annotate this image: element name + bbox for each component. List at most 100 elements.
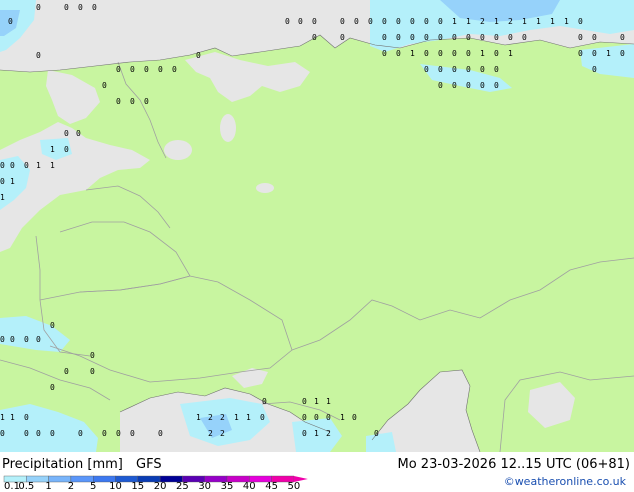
color-bar-tick-label: 25 [176, 481, 189, 492]
value-marker: 0 [50, 429, 55, 438]
value-marker: 0 [262, 397, 267, 406]
value-marker: 0 [0, 335, 5, 344]
value-marker: 1 [246, 413, 251, 422]
value-marker: 1 [508, 49, 513, 58]
value-marker: 0 [438, 33, 443, 42]
value-marker: 0 [592, 65, 597, 74]
value-marker: 0 [480, 65, 485, 74]
value-marker: 0 [340, 33, 345, 42]
value-marker: 0 [130, 65, 135, 74]
value-marker: 0 [0, 161, 5, 170]
value-marker: 0 [312, 33, 317, 42]
value-marker: 1 [50, 145, 55, 154]
value-marker: 1 [0, 413, 5, 422]
forecast-datetime: Mo 23-03-2026 12..15 UTC (06+81) [397, 457, 631, 472]
value-marker: 0 [326, 413, 331, 422]
lake-rybinsk [256, 183, 274, 193]
value-marker: 0 [0, 177, 5, 186]
value-marker: 0 [24, 335, 29, 344]
value-marker: 0 [36, 51, 41, 60]
color-bar-tick-label: 50 [287, 481, 301, 492]
value-marker: 0 [50, 321, 55, 330]
value-marker: 0 [144, 65, 149, 74]
value-marker: 0 [50, 383, 55, 392]
legend-title: Precipitation [mm] [2, 457, 123, 472]
value-marker: 1 [50, 161, 55, 170]
value-marker: 1 [564, 17, 569, 26]
value-marker: 0 [438, 49, 443, 58]
value-marker: 2 [480, 17, 485, 26]
color-bar-tick-label: 1 [45, 481, 52, 492]
value-marker: 0 [10, 161, 15, 170]
credit-link[interactable]: ©weatheronline.co.uk [504, 475, 626, 488]
value-marker: 1 [550, 17, 555, 26]
value-marker: 0 [0, 429, 5, 438]
value-marker: 1 [0, 193, 5, 202]
value-marker: 0 [130, 97, 135, 106]
value-marker: 1 [410, 49, 415, 58]
value-marker: 1 [494, 17, 499, 26]
value-marker: 1 [314, 397, 319, 406]
value-marker: 0 [424, 33, 429, 42]
value-marker: 0 [302, 429, 307, 438]
value-marker: 0 [158, 429, 163, 438]
value-marker: 0 [285, 17, 290, 26]
value-marker: 0 [620, 33, 625, 42]
value-marker: 0 [466, 33, 471, 42]
value-marker: 0 [102, 429, 107, 438]
value-marker: 1 [10, 177, 15, 186]
value-marker: 0 [64, 145, 69, 154]
value-marker: 0 [396, 49, 401, 58]
value-marker: 0 [438, 17, 443, 26]
value-marker: 0 [382, 33, 387, 42]
value-marker: 0 [158, 65, 163, 74]
value-marker: 2 [220, 429, 225, 438]
value-marker: 0 [116, 429, 121, 438]
value-marker: 0 [24, 429, 29, 438]
value-marker: 2 [208, 429, 213, 438]
precipitation-map: 0 0 0 0 0 0 0 0 0 0 0 1 1 2 1 2 1 1 1 1 … [0, 0, 634, 452]
value-marker: 0 [90, 351, 95, 360]
value-marker: 0 [438, 65, 443, 74]
color-bar-tick-label: 35 [220, 481, 234, 492]
value-marker: 0 [466, 49, 471, 58]
value-marker: 0 [64, 129, 69, 138]
value-marker: 0 [340, 17, 345, 26]
value-marker: 0 [452, 81, 457, 90]
value-marker: 2 [220, 413, 225, 422]
value-marker: 0 [494, 33, 499, 42]
color-bar-tick-label: 45 [265, 481, 278, 492]
value-marker: 0 [480, 33, 485, 42]
value-marker: 0 [116, 97, 121, 106]
value-marker: 0 [494, 49, 499, 58]
value-marker: 0 [592, 49, 597, 58]
value-marker: 0 [522, 33, 527, 42]
value-marker: 0 [452, 65, 457, 74]
value-marker: 0 [424, 17, 429, 26]
value-marker: 0 [466, 65, 471, 74]
value-marker: 1 [36, 161, 41, 170]
value-marker: 0 [592, 33, 597, 42]
value-marker: 0 [10, 335, 15, 344]
value-marker: 0 [410, 17, 415, 26]
value-marker: 1 [314, 429, 319, 438]
value-marker: 0 [452, 33, 457, 42]
value-marker: 0 [620, 49, 625, 58]
value-marker: 0 [578, 49, 583, 58]
value-marker: 0 [144, 97, 149, 106]
map-footer: Precipitation [mm] GFS Mo 23-03-2026 12.… [0, 452, 634, 492]
value-marker: 1 [536, 17, 541, 26]
value-marker: 0 [78, 429, 83, 438]
color-bar-tick-label: 30 [198, 481, 212, 492]
value-marker: 0 [466, 81, 471, 90]
value-marker: 2 [326, 429, 331, 438]
model-name: GFS [136, 457, 162, 472]
value-marker: 0 [438, 81, 443, 90]
color-bar-tick-label: 2 [67, 481, 75, 492]
value-marker: 1 [522, 17, 527, 26]
value-marker: 1 [606, 49, 611, 58]
value-marker: 1 [196, 413, 201, 422]
value-marker: 0 [76, 129, 81, 138]
value-marker: 0 [396, 33, 401, 42]
value-marker: 0 [64, 3, 69, 12]
